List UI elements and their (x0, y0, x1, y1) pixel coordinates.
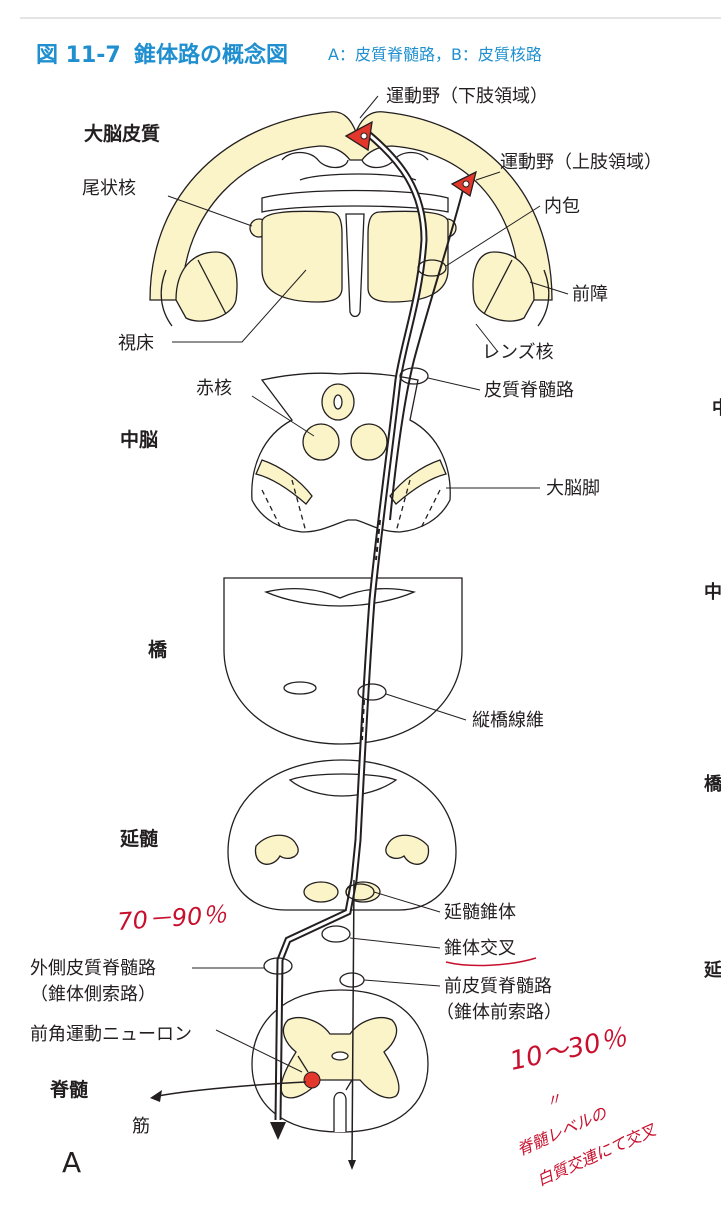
third-ventricle (345, 213, 365, 318)
label-anterior-cst-1: 前皮質脊髄路 (444, 976, 552, 997)
note-crossed-percent: 70－90％ (116, 900, 228, 936)
thalamus-right (367, 210, 449, 303)
label-lateral-cst-1: 外側皮質脊髄路 (30, 958, 156, 979)
thalamus-left (261, 210, 343, 303)
label-claustrum: 前障 (572, 284, 608, 305)
pontine-bundle-left (283, 681, 317, 695)
label-lateral-cst-2: （錐体側索路） (30, 984, 156, 1005)
label-pons: 橋 (148, 638, 168, 661)
edge-fragment-1: 中 (712, 397, 721, 419)
cerebral-section (149, 111, 553, 327)
label-caudate: 尾状核 (82, 178, 136, 199)
label-medulla: 延髄 (119, 827, 158, 850)
label-cortex: 大脳皮質 (84, 122, 160, 145)
label-spinal-cord: 脊髄 (49, 1078, 88, 1101)
medulla-section (227, 759, 457, 911)
red-nucleus-right (350, 423, 388, 461)
pyramidal-tract-diagram: 図 11-7 錐体路の概念図 A：皮質脊髄路，B：皮質核路 大脳皮質 中脳 橋 … (20, 17, 721, 1190)
label-red-nucleus: 赤核 (196, 378, 232, 399)
label-anterior-horn: 前角運動ニューロン (30, 1024, 192, 1045)
tract-ring-decussation (321, 925, 351, 943)
medullary-pyramid-left (303, 881, 339, 903)
panel-letter: A (62, 1146, 81, 1179)
label-pyramidal-decussation: 錐体交叉 (444, 938, 516, 959)
label-corticospinal-tract: 皮質脊髄路 (484, 380, 574, 401)
decussation-underline (445, 957, 537, 967)
leader-cst (427, 377, 481, 391)
anterior-median-fissure (333, 1091, 347, 1132)
edge-fragment-3: 橋 (704, 773, 721, 795)
note-ditto: 〃 (543, 1088, 565, 1111)
label-lentiform: レンズ核 (482, 342, 554, 363)
label-cerebral-peduncle: 大脳脚 (546, 478, 600, 499)
pons-section (223, 577, 463, 745)
muscle-arrowhead (150, 1090, 162, 1102)
anterior-tract-arrowhead (348, 1160, 356, 1170)
tract-ring-anterior (339, 972, 365, 988)
label-internal-capsule: 内包 (544, 196, 580, 217)
label-motor-lower: 運動野（下肢領域） (386, 86, 548, 107)
label-anterior-cst-2: （錐体前索路） (436, 1002, 562, 1023)
label-motor-upper: 運動野（上肢領域） (500, 152, 662, 173)
label-longitudinal-pontine: 縦橋線維 (472, 710, 544, 731)
note-uncrossed-percent: 10～30％ (507, 1023, 630, 1077)
lateral-tract-arrowhead (270, 1122, 286, 1140)
edge-fragment-2: 中 (704, 581, 721, 603)
cortical-fold-inner (299, 173, 417, 181)
cerebral-aqueduct (333, 394, 343, 410)
leader-decussation (349, 937, 441, 949)
edge-fragment-4: 延 (703, 960, 721, 981)
cortical-fold-left (281, 151, 349, 169)
red-nucleus-left (302, 423, 340, 461)
label-muscle: 筋 (132, 1116, 150, 1137)
figure-title: 錐体路の概念図 (134, 42, 288, 68)
midbrain-section (251, 372, 451, 533)
label-thalamus: 視床 (118, 333, 154, 354)
label-midbrain: 中脳 (120, 428, 158, 451)
anterior-horn-neuron (303, 1071, 321, 1089)
upper-motor-neuron-upper-limb-nucleus (462, 180, 470, 188)
figure-number: 図 11-7 (36, 43, 121, 68)
figure-subtitle: A：皮質脊髄路，B：皮質核路 (328, 45, 542, 64)
upper-motor-neuron-lower-limb-nucleus (360, 132, 368, 140)
label-medullary-pyramid: 延髄錐体 (444, 902, 516, 923)
leader-anterior (363, 979, 441, 987)
central-canal (331, 1051, 349, 1061)
